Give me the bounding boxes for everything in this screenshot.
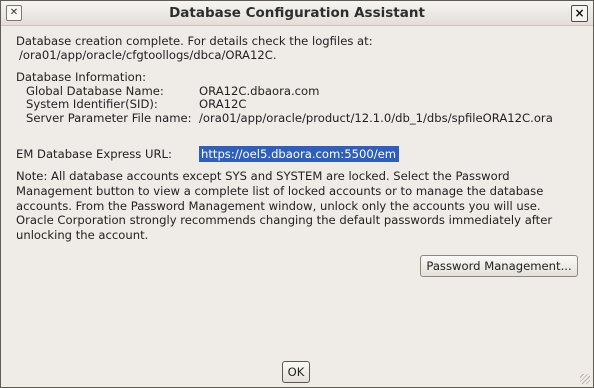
em-url-label: EM Database Express URL: bbox=[16, 147, 172, 161]
title-bar[interactable]: ✕ Database Configuration Assistant × bbox=[1, 1, 593, 26]
dialog-content: Database creation complete. For details … bbox=[16, 34, 553, 126]
ok-button[interactable]: OK bbox=[282, 361, 310, 383]
note-text: Note: All database accounts except SYS a… bbox=[16, 169, 553, 243]
info-label: Server Parameter File name: bbox=[26, 110, 192, 125]
em-url-link[interactable]: https://oel5.dbaora.com:5500/em bbox=[199, 146, 400, 162]
info-value: ORA12C.dbaora.com bbox=[199, 83, 320, 98]
resize-grip[interactable] bbox=[580, 374, 590, 384]
close-button[interactable]: × bbox=[571, 5, 588, 22]
database-info-heading: Database Information: bbox=[16, 70, 147, 84]
info-label: Global Database Name: bbox=[26, 83, 164, 98]
info-value: ORA12C bbox=[199, 97, 247, 111]
info-value: /ora01/app/oracle/product/12.1.0/db_1/db… bbox=[199, 110, 553, 125]
info-row-spfile: Server Parameter File name: /ora01/app/o… bbox=[16, 110, 553, 126]
password-management-button[interactable]: Password Management... bbox=[420, 255, 578, 277]
info-row-global-name: Global Database Name: ORA12C.dbaora.com bbox=[16, 83, 373, 99]
status-message: Database creation complete. For details … bbox=[16, 34, 373, 48]
info-label: System Identifier(SID): bbox=[26, 97, 158, 111]
dialog-window: ✕ Database Configuration Assistant × Dat… bbox=[0, 0, 594, 388]
info-row-sid: System Identifier(SID): ORA12C bbox=[16, 97, 373, 112]
logfile-path: /ora01/app/oracle/cfgtoollogs/dbca/ORA12… bbox=[19, 47, 277, 62]
window-title: Database Configuration Assistant bbox=[169, 5, 425, 21]
